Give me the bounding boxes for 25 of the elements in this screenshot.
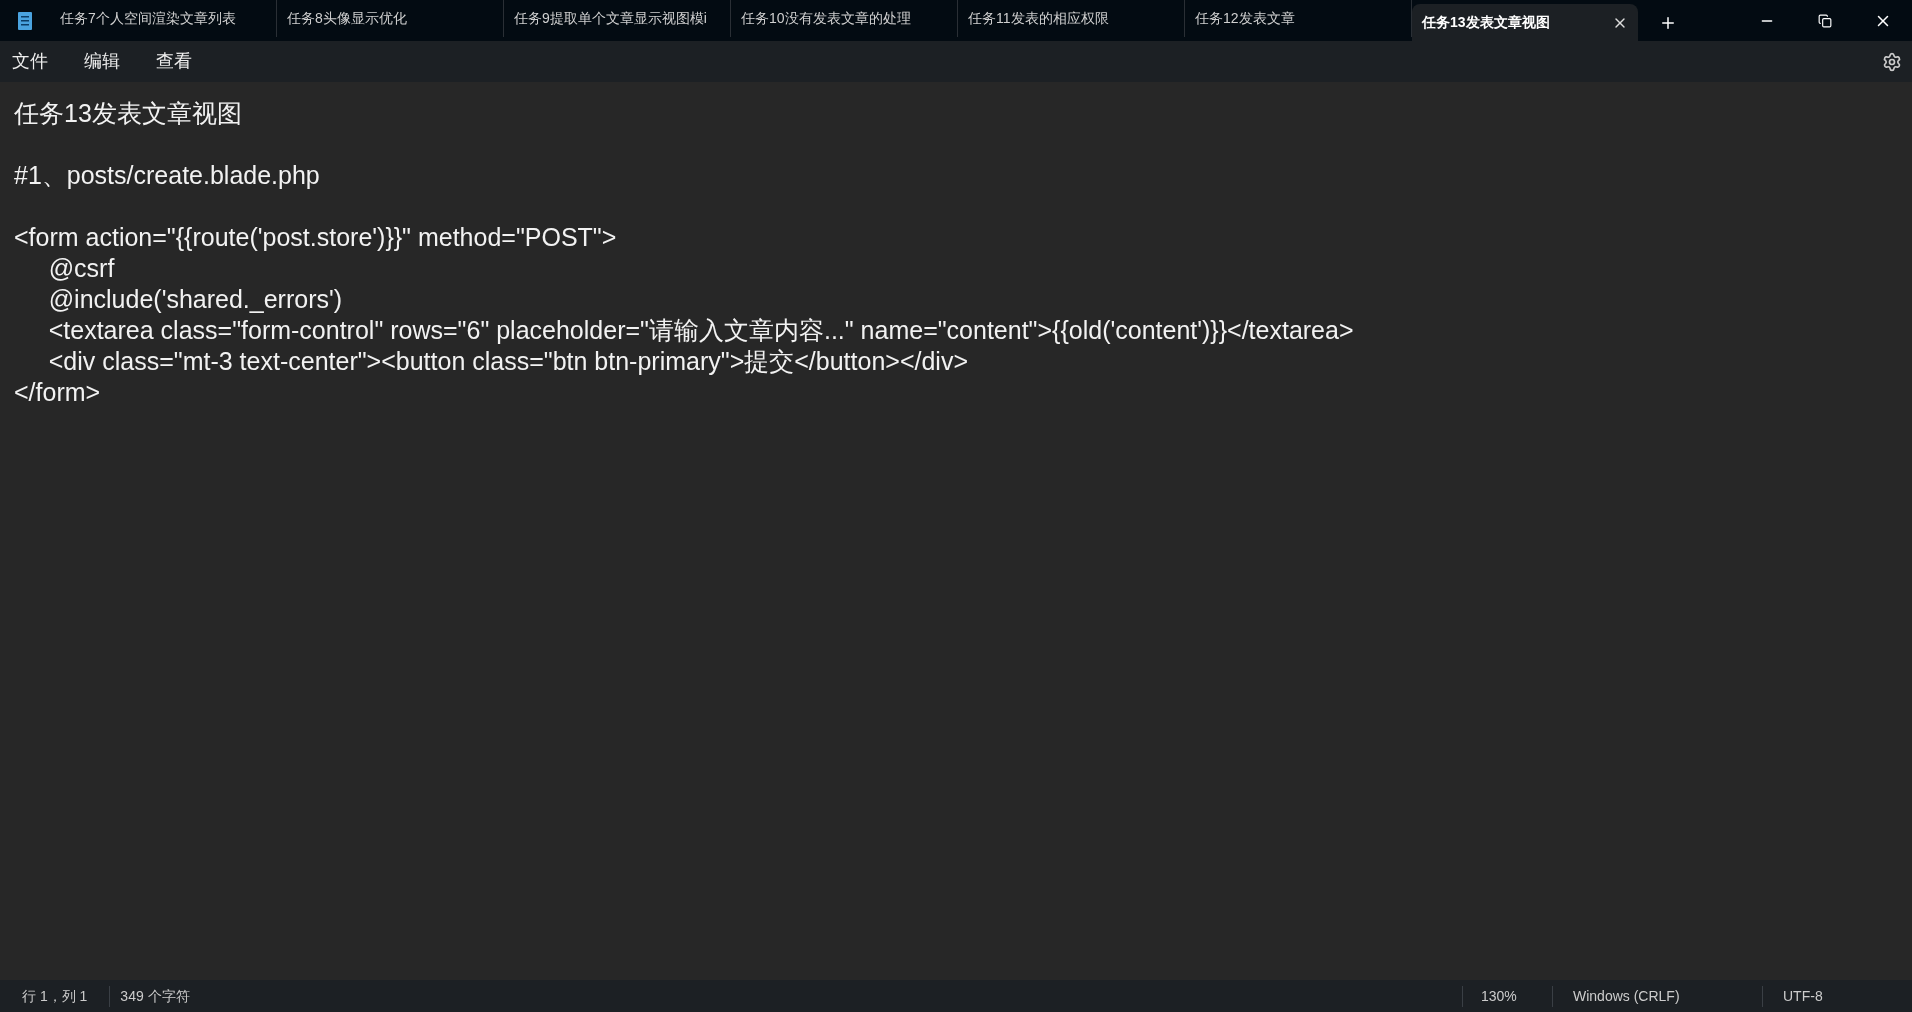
settings-icon[interactable] — [1882, 51, 1902, 72]
code-line: #1、posts/create.blade.php — [14, 160, 320, 191]
code-line: </form> — [14, 377, 101, 408]
code-line: 任务13发表文章视图 — [14, 98, 242, 129]
character-count: 349 个字符 — [119, 986, 191, 1006]
notepad-icon — [17, 10, 33, 31]
code-line: @csrf — [47, 253, 115, 284]
tab[interactable]: 任务9提取单个文章显示视图模i — [504, 0, 731, 37]
menu-item[interactable]: 编辑 — [84, 48, 120, 75]
tab[interactable]: 任务10没有发表文章的处理 — [731, 0, 958, 37]
cursor-position: 行 1，列 1 — [0, 985, 111, 1007]
encoding: UTF-8 — [1762, 985, 1912, 1007]
menu-item[interactable]: 文件 — [12, 48, 48, 75]
line-ending: Windows (CRLF) — [1552, 985, 1762, 1007]
menu-item[interactable]: 查看 — [156, 48, 192, 75]
tab[interactable]: 任务8头像显示优化 — [277, 0, 504, 37]
code-line: <textarea class="form-control" rows="6" placeholder="请输入文章内容..." name="content">{{old('content')}}</textarea> — [47, 315, 1354, 346]
code-line: <div class="mt-3 text-center"><button class="btn btn-primary">提交</button></div> — [47, 346, 969, 377]
zoom-level: 130% — [1462, 985, 1552, 1007]
code-line: <form action="{{route('post.store')}}" method="POST"> — [14, 222, 617, 253]
restore-icon[interactable] — [1818, 13, 1832, 28]
tab[interactable]: 任务11发表的相应权限 — [958, 0, 1185, 37]
code-line: @include('shared._errors') — [47, 284, 343, 315]
tab[interactable]: 任务7个人空间渲染文章列表 — [50, 0, 277, 37]
tab[interactable]: 任务13发表文章视图 — [1412, 4, 1638, 41]
